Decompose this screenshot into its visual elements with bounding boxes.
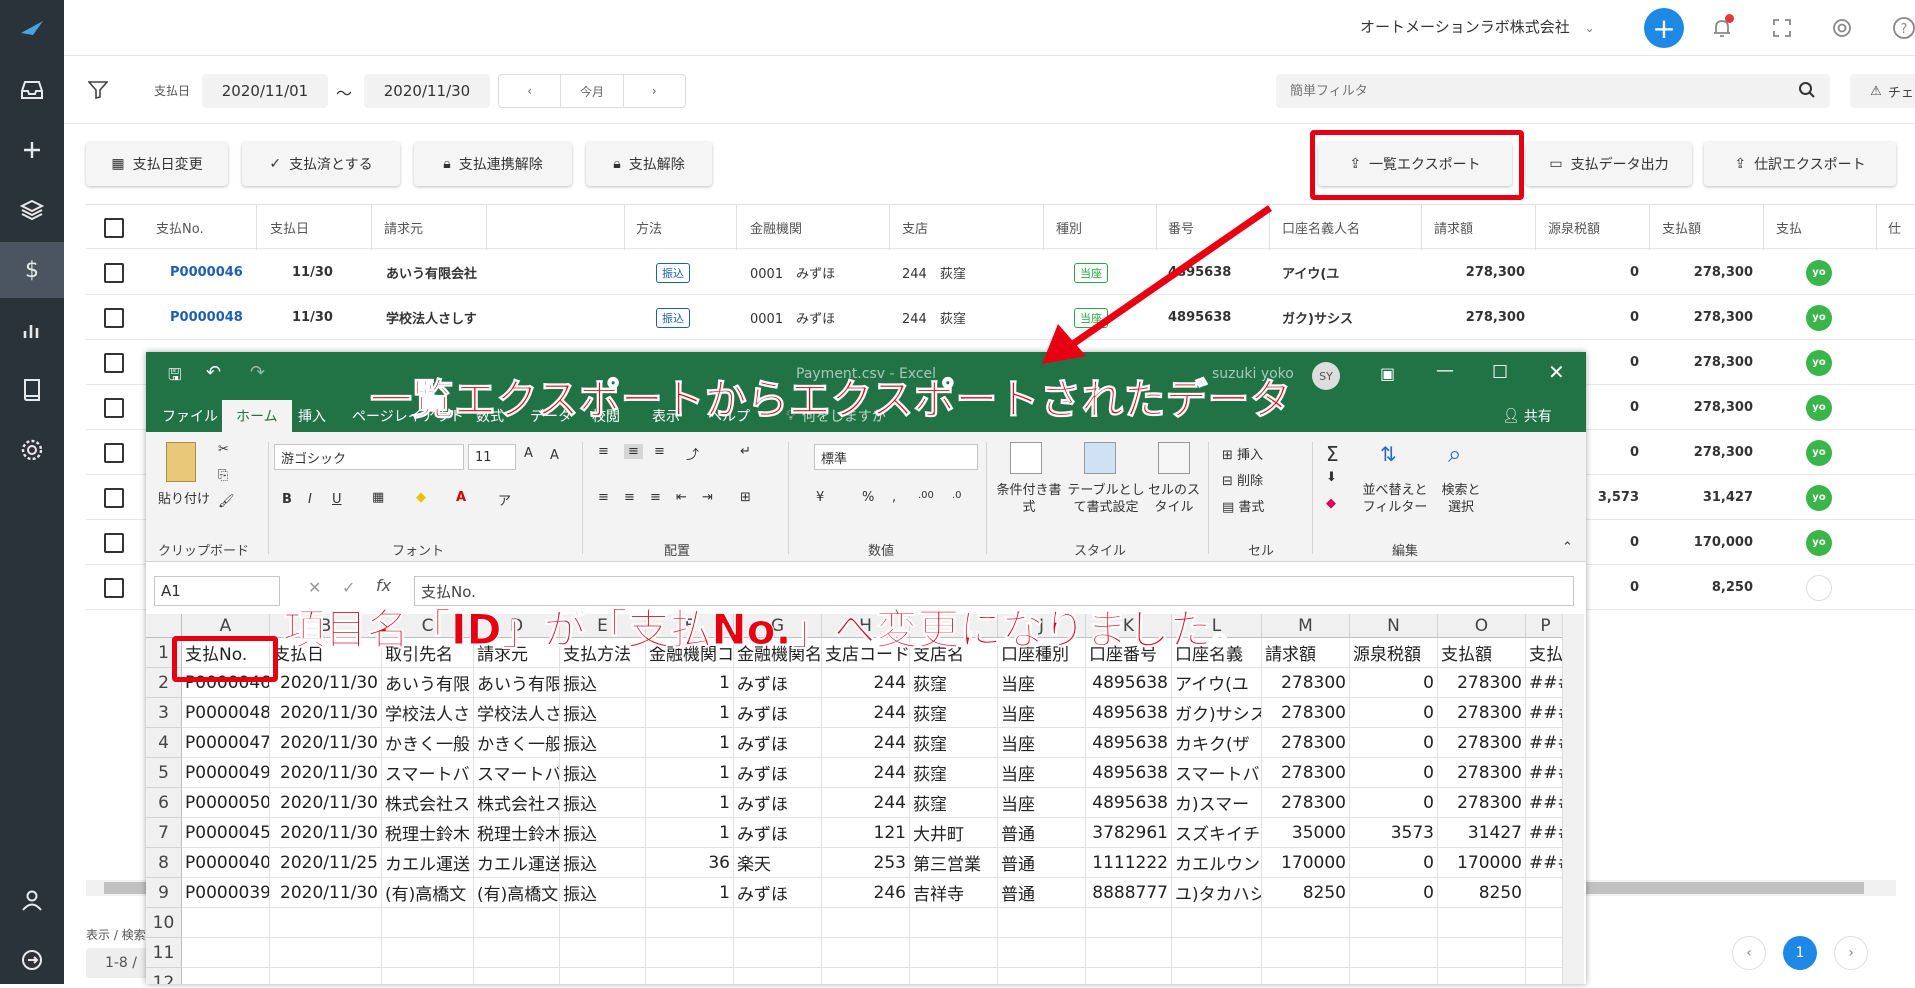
export-annotation: 一覧エクスポートからエクスポートされたデータ xyxy=(369,375,1292,425)
cell-highlight-box xyxy=(172,636,278,682)
annotation-layer xyxy=(1042,205,1272,364)
rename-annotation: 項目名「ID」が「支払No.」へ変更になりました。 xyxy=(282,605,1254,655)
annotation-arrowhead xyxy=(1042,324,1086,364)
annotation-arrow-line xyxy=(1068,205,1272,349)
